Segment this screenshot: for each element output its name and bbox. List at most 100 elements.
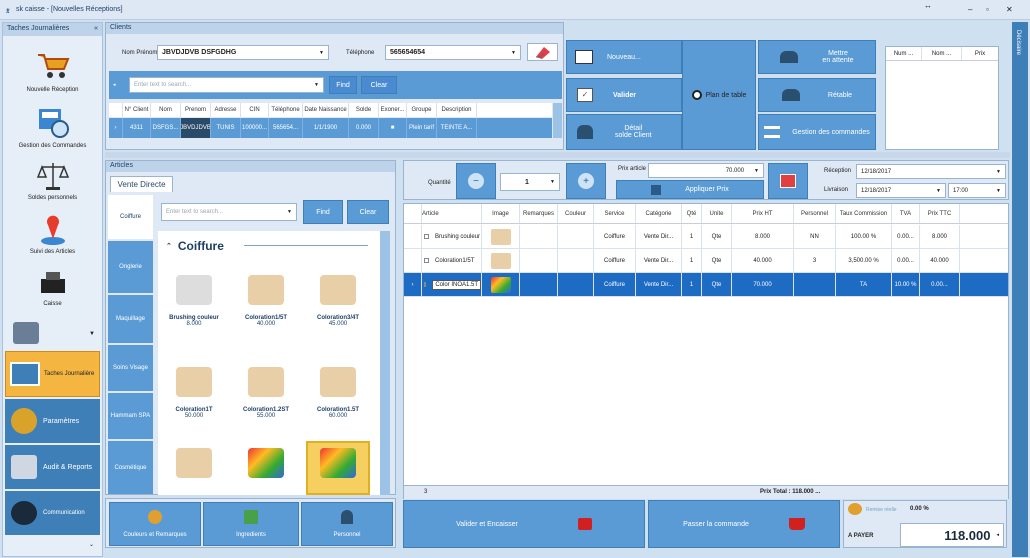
nouveau-button[interactable]: Nouveau... [566,40,682,74]
order-col-header[interactable]: Couleur [558,204,594,223]
maximize-button[interactable]: ▫ [986,5,989,14]
client-col-header[interactable]: Exoner... [379,103,407,117]
close-button[interactable]: ✕ [1006,5,1013,14]
appliquer-prix-button[interactable]: Appliquer Prix [616,180,764,199]
order-col-header[interactable]: TVA [892,204,920,223]
quantity-input[interactable]: 1 ▼ [500,173,560,191]
mini-col-num[interactable]: Num ... [886,47,922,60]
client-col-header[interactable]: N° Client [123,103,151,117]
order-col-header[interactable] [404,204,422,223]
client-table-scrollbar[interactable] [553,103,562,138]
client-col-header[interactable]: Description [437,103,477,117]
sidebar-item-caisse[interactable]: Caisse [3,269,102,314]
sidebar-item-gestion-commandes[interactable]: Gestion des Commandes [3,105,102,165]
personnel-button[interactable]: Personnel [301,502,393,546]
expand-icon[interactable]: ◂ [113,82,116,88]
article-tile[interactable]: Coloration3/4T 45.000 [306,259,370,343]
article-find-button[interactable]: Find [303,200,343,224]
order-col-header[interactable]: Prix HT [732,204,794,223]
articles-scrollbar[interactable] [380,231,390,495]
sizer-icon[interactable]: ↔ [924,1,932,10]
category-tab[interactable]: Coiffure [108,195,153,239]
order-col-header[interactable]: Unite [702,204,732,223]
plan-de-table-button[interactable]: Plan de table [682,40,756,150]
mettre-en-attente-button[interactable]: Mettre en attente [758,40,876,74]
order-col-header[interactable]: Image [482,204,520,223]
order-row[interactable]: Brushing couleur Coiffure Vente Dir... 1 Qte… [404,225,1008,249]
client-search-input[interactable]: Enter text to search... ▼ [129,77,324,93]
mini-col-prix[interactable]: Prix [962,47,998,60]
row-checkbox[interactable] [424,234,429,239]
reception-date[interactable]: 12/18/2017 ▼ [856,164,1006,179]
client-table-row[interactable]: › 4311 DSFGS... JBVDJDVB TUNIS 100000... 56565… [109,118,552,138]
article-tile[interactable]: Coloration1.2ST 55.000 [234,351,298,435]
article-clear-button[interactable]: Clear [347,200,389,224]
detail-solde-button[interactable]: Détail solde Client [566,114,682,150]
row-checkbox[interactable] [424,282,427,287]
ingredients-button[interactable]: Ingredients [203,502,299,546]
group-parametres[interactable]: Paramètres [5,399,100,443]
article-search-input[interactable]: Enter text to search... ▼ [161,203,297,221]
livraison-time[interactable]: 17:00 ▼ [948,183,1006,198]
row-checkbox[interactable] [424,258,429,263]
gestion-commandes-button[interactable]: Gestion des commandes [758,114,876,150]
plus-button[interactable]: + [566,163,606,199]
client-find-button[interactable]: Find [329,76,357,94]
client-col-header[interactable]: Groupe [407,103,437,117]
client-col-header[interactable]: Date Naissance [303,103,349,117]
order-row[interactable]: › Color INOA1.5T Coiffure Vente Dir... 1 Qte 7… [404,273,1008,297]
order-col-header[interactable]: Article [422,204,482,223]
category-tab[interactable]: Onglerie [108,241,153,293]
article-tile[interactable]: Coloration1/5T 40.000 [234,259,298,343]
article-tile[interactable] [162,441,226,495]
group-communication[interactable]: Communication [5,491,100,535]
price-input[interactable]: 70.000 ▼ [648,163,764,178]
article-tile[interactable] [306,441,370,495]
order-col-header[interactable]: Catégorie [636,204,682,223]
chevron-down-icon[interactable]: ▼ [89,331,95,337]
valider-encaisser-button[interactable]: Valider et Encaisser [403,500,645,548]
client-col-header[interactable]: Solde [349,103,379,117]
mini-col-nom[interactable]: Nom ... [922,47,962,60]
splitter[interactable] [105,152,1010,158]
chevron-down-icon[interactable]: ⌄ [89,541,94,548]
right-strip[interactable]: Décisaire [1012,22,1028,557]
retable-button[interactable]: Rétable [758,78,876,112]
client-col-header[interactable]: Adresse [211,103,241,117]
chevron-left-icon[interactable]: ◂ [996,532,999,538]
order-col-header[interactable]: Personnel [794,204,836,223]
order-col-header[interactable]: Service [594,204,636,223]
eraser-button[interactable] [527,43,558,61]
article-tile[interactable]: Coloration1.5T 60.000 [306,351,370,435]
order-col-header[interactable]: Qté [682,204,702,223]
client-clear-button[interactable]: Clear [361,76,397,94]
category-tab[interactable]: Soins Visage [108,345,153,391]
sidebar-item-nouvelle-reception[interactable]: Nouvelle Réception [3,51,102,111]
order-col-header[interactable]: Taux Commission [836,204,892,223]
category-tab[interactable]: Maquillage [108,295,153,343]
client-col-header[interactable]: CIN [241,103,269,117]
couleurs-remarques-button[interactable]: Couleurs et Remarques [109,502,201,546]
client-col-header[interactable]: Prenom [181,103,211,117]
name-select[interactable]: JBVDJDVB DSFGDHG ▼ [157,45,329,60]
minimize-button[interactable]: – [968,5,972,14]
category-tab[interactable]: Hammam SPA [108,393,153,439]
article-tile[interactable]: Brushing couleur 8.000 [162,259,226,343]
sidebar-item-soldes-personnels[interactable]: Soldes personnels [3,161,102,216]
group-audit-reports[interactable]: Audit & Reports [5,445,100,489]
livraison-date[interactable]: 12/18/2017 ▼ [856,183,946,198]
order-col-header[interactable]: Remarques [520,204,558,223]
valider-button[interactable]: ✓ Valider [566,78,682,112]
sidebar-item-suivi-articles[interactable]: Suivi des Articles [3,215,102,270]
tab-vente-directe[interactable]: Vente Directe [110,176,173,192]
order-col-header[interactable]: Prix TTC [920,204,960,223]
passer-commande-button[interactable]: Passer la commande [648,500,840,548]
client-col-header[interactable]: Nom [151,103,181,117]
collapse-icon[interactable]: « [94,25,98,34]
calendar-button[interactable] [768,163,808,199]
category-tab[interactable]: Cosmétique [108,441,153,494]
article-tile[interactable]: Coloration1T 50.000 [162,351,226,435]
order-row[interactable]: Coloration1/5T Coiffure Vente Dir... 1 Qte 40… [404,249,1008,273]
client-col-header[interactable]: Téléphone [269,103,303,117]
article-tile[interactable] [234,441,298,495]
